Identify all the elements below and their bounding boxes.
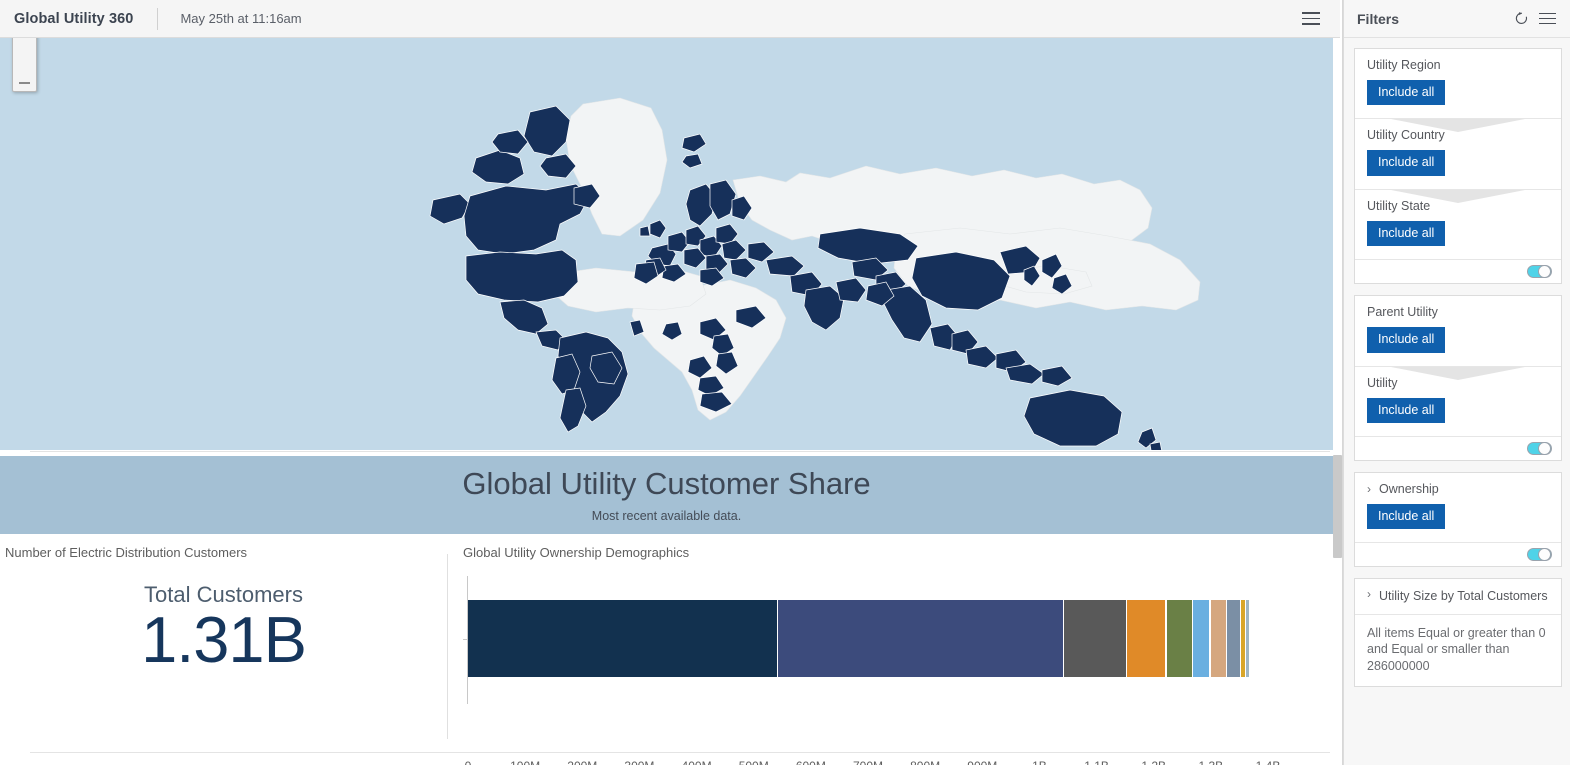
filter-label: Utility State (1367, 198, 1431, 213)
filters-title: Filters (1357, 10, 1400, 27)
x-axis-tick-label: 900M (967, 759, 997, 765)
filter-toggle-switch[interactable] (1527, 441, 1552, 455)
bar-segment[interactable] (1064, 600, 1126, 677)
page-title: Global Utility 360 (14, 10, 134, 27)
kpi-panel: Number of Electric Distribution Customer… (0, 534, 447, 765)
toggle-knob (1538, 265, 1551, 279)
bar-segment[interactable] (1166, 600, 1192, 677)
chart-caption: Global Utility Ownership Demographics (463, 545, 690, 560)
bar-segment[interactable] (1227, 600, 1240, 677)
chevron-right-icon[interactable]: › (1367, 483, 1371, 495)
filter-toggle-row (1355, 435, 1561, 460)
x-axis-labels: 0 100M 200M 300M 400M 500M 600M 700M 800M 900M 1B 1… (463, 759, 1325, 765)
x-axis-tick-label: 1B (1032, 759, 1047, 765)
filter-card: Utility Region Include all Utility Country… (1354, 48, 1562, 285)
x-axis-tick-label: 1.3B (1199, 759, 1224, 765)
bar-segment[interactable] (1241, 600, 1245, 677)
include-all-button[interactable]: Include all (1367, 80, 1446, 106)
filter-toggle-switch[interactable] (1527, 548, 1552, 562)
filter-section: Parent Utility Include all (1355, 296, 1561, 365)
hamburger-menu-icon[interactable] (1294, 0, 1328, 38)
filter-card-size: › Utility Size by Total Customers All item… (1354, 578, 1562, 687)
filter-section: Utility State Include all (1355, 188, 1561, 259)
refresh-glyph (1515, 12, 1527, 24)
bar-segment[interactable] (1246, 600, 1250, 677)
x-axis-tick-label: 300M (624, 759, 654, 765)
x-axis-tick-label: 0 (465, 759, 472, 765)
filter-toggle-switch[interactable] (1527, 265, 1552, 279)
refresh-icon[interactable] (1508, 6, 1534, 32)
filter-toggle-row (1355, 259, 1561, 283)
filter-toggle-row (1355, 542, 1561, 566)
filters-body: Utility Region Include all Utility Country… (1344, 38, 1570, 687)
filter-label: Utility Region (1367, 58, 1441, 72)
banner-title: Global Utility Customer Share (462, 466, 871, 502)
kpi-value-block: Total Customers 1.31B (0, 582, 447, 674)
dashboard-root: Global Utility 360 May 25th at 11:16am G… (0, 0, 1570, 765)
x-axis-tick-label: 1.4B (1256, 759, 1281, 765)
filter-card: Parent Utility Include all Utility Include … (1354, 295, 1562, 461)
x-axis-tick-label: 200M (567, 759, 597, 765)
kpi-caption: Number of Electric Distribution Customer… (5, 545, 248, 560)
filter-label[interactable]: › Ownership (1367, 482, 1549, 496)
world-map-panel[interactable] (0, 38, 1333, 450)
x-axis-tick-label: 500M (739, 759, 769, 765)
bottom-content: Number of Electric Distribution Customer… (0, 534, 1333, 765)
kpi-value: 1.31B (141, 602, 307, 676)
x-axis-tick-label: 600M (796, 759, 826, 765)
map-zoom-control[interactable] (12, 38, 37, 92)
filter-label: Utility (1367, 375, 1398, 390)
filter-section: Utility Region Include all (1355, 49, 1561, 118)
zoom-out-icon[interactable] (19, 82, 30, 84)
banner-top-divider (30, 451, 1330, 452)
world-map-svg[interactable] (0, 38, 1333, 450)
bottom-divider (30, 752, 1330, 753)
ownership-chart-panel: Global Utility Ownership Demographics 0 1… (458, 534, 1333, 765)
filter-section: Utility Country Include all (1355, 118, 1561, 188)
filter-section: › Ownership Include all (1355, 473, 1561, 542)
banner-subtitle: Most recent available data. (591, 508, 742, 523)
x-axis-tick-label: 1.2B (1141, 759, 1166, 765)
filters-menu-icon[interactable] (1534, 6, 1560, 32)
bar-segment[interactable] (1193, 600, 1210, 677)
map-highlighted-countries (429, 105, 1162, 450)
section-banner: Global Utility Customer Share Most recen… (0, 456, 1333, 534)
x-axis-tick-label: 700M (853, 759, 883, 765)
include-all-button[interactable]: Include all (1367, 327, 1446, 353)
x-axis-tick-label: 100M (510, 759, 540, 765)
include-all-button[interactable]: Include all (1367, 397, 1446, 423)
stacked-bar[interactable] (468, 600, 1251, 677)
top-bar: Global Utility 360 May 25th at 11:16am (0, 0, 1340, 38)
x-axis-tick-label: 800M (910, 759, 940, 765)
chart-plot-area[interactable]: 0 100M 200M 300M 400M 500M 600M 700M 800M 900M 1B 1… (463, 576, 1325, 765)
filter-section: Utility Include all (1355, 365, 1561, 436)
bar-segment[interactable] (1210, 600, 1226, 677)
filter-label-text: Utility Size by Total Customers (1379, 589, 1548, 604)
toggle-knob (1538, 441, 1551, 455)
x-axis-tick-label: 1.1B (1084, 759, 1109, 765)
panel-divider (447, 554, 448, 739)
filters-panel: Filters Utility Region Include all Utility… (1343, 0, 1570, 765)
x-axis-tick-label: 400M (682, 759, 712, 765)
divider (157, 7, 159, 30)
chevron-right-icon[interactable]: › (1367, 588, 1371, 600)
include-all-button[interactable]: Include all (1367, 150, 1446, 176)
toggle-knob (1538, 548, 1551, 562)
filters-header: Filters (1344, 0, 1570, 38)
filter-label: Parent Utility (1367, 305, 1438, 320)
bar-segment[interactable] (1127, 600, 1166, 677)
filter-range-text: All items Equal or greater than 0 and Eq… (1355, 613, 1561, 687)
filter-label-text: Ownership (1379, 481, 1439, 496)
filter-card: › Ownership Include all (1354, 471, 1562, 568)
bar-segment[interactable] (468, 600, 777, 677)
include-all-button[interactable]: Include all (1367, 220, 1446, 247)
main-scrollbar-thumb[interactable] (1333, 455, 1342, 558)
include-all-button[interactable]: Include all (1367, 503, 1446, 530)
filter-label: Utility Country (1367, 128, 1445, 143)
timestamp-label: May 25th at 11:16am (180, 11, 302, 26)
filter-label[interactable]: › Utility Size by Total Customers (1355, 579, 1561, 613)
bar-segment[interactable] (778, 600, 1063, 677)
